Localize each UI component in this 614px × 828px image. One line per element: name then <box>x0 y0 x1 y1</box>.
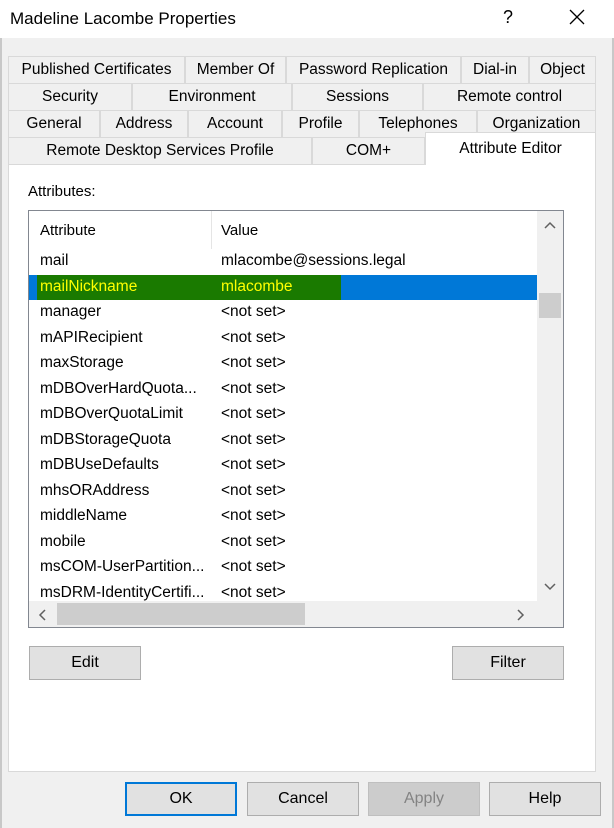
tab-remote-desktop-services-profile[interactable]: Remote Desktop Services Profile <box>8 137 312 164</box>
tab-com-plus[interactable]: COM+ <box>312 137 425 164</box>
attribute-value: <not set> <box>221 354 286 371</box>
attribute-name: mDBOverHardQuota... <box>40 379 197 397</box>
list-item[interactable]: mDBStorageQuota <not set> <box>29 428 537 454</box>
attribute-name: mAPIRecipient <box>40 328 143 346</box>
tab-published-certificates[interactable]: Published Certificates <box>8 56 185 83</box>
attribute-value: <not set> <box>221 532 286 550</box>
list-item[interactable]: maxStorage <not set> <box>29 351 537 377</box>
tab-dial-in[interactable]: Dial-in <box>461 56 529 83</box>
tab-object[interactable]: Object <box>529 56 596 83</box>
tab-profile[interactable]: Profile <box>282 110 359 137</box>
cancel-button[interactable]: Cancel <box>247 782 359 816</box>
attribute-value: <not set> <box>221 379 286 397</box>
attribute-value: <not set> <box>221 481 286 499</box>
attribute-value: mlacombe@sessions.legal <box>221 252 406 269</box>
scroll-up-icon[interactable] <box>544 221 556 229</box>
vertical-scrollbar[interactable] <box>537 211 563 601</box>
list-header: Attribute Value <box>29 211 537 249</box>
help-button[interactable]: Help <box>489 782 601 816</box>
attributes-label: Attributes: <box>28 183 96 200</box>
tab-security[interactable]: Security <box>8 83 132 110</box>
list-item[interactable]: mAPIRecipient <not set> <box>29 326 537 352</box>
attribute-value: <not set> <box>221 328 286 346</box>
horizontal-scrollbar[interactable] <box>29 601 537 627</box>
tab-attribute-editor[interactable]: Attribute Editor <box>425 132 596 165</box>
help-icon[interactable]: ? <box>496 2 520 32</box>
attribute-value: <not set> <box>221 507 286 524</box>
tab-remote-control[interactable]: Remote control <box>423 83 596 110</box>
tab-account[interactable]: Account <box>188 110 282 137</box>
list-item[interactable]: mDBOverHardQuota... <not set> <box>29 377 537 403</box>
scroll-left-icon[interactable] <box>38 609 46 621</box>
ok-button[interactable]: OK <box>125 782 237 816</box>
list-item[interactable]: middleName <not set> <box>29 504 537 530</box>
apply-button[interactable]: Apply <box>368 782 480 816</box>
attribute-name: mhsORAddress <box>40 481 150 499</box>
list-item[interactable]: mobile <not set> <box>29 530 537 556</box>
attribute-value: <not set> <box>221 583 286 601</box>
column-header-attribute[interactable]: Attribute <box>40 222 96 239</box>
column-header-value[interactable]: Value <box>221 222 258 239</box>
vertical-scroll-thumb[interactable] <box>539 293 561 318</box>
attribute-value: mlacombe <box>221 277 293 295</box>
list-item-selected[interactable]: mailNickname mlacombe <box>29 274 537 300</box>
scroll-right-icon[interactable] <box>517 609 525 621</box>
attribute-name: maxStorage <box>40 354 124 371</box>
window-border-left <box>0 38 2 828</box>
attribute-value: <not set> <box>221 430 286 448</box>
tab-general[interactable]: General <box>8 110 100 137</box>
column-separator[interactable] <box>211 211 212 249</box>
list-item[interactable]: msCOM-UserPartition... <not set> <box>29 555 537 581</box>
list-item[interactable]: manager <not set> <box>29 300 537 326</box>
edit-button[interactable]: Edit <box>29 646 141 680</box>
list-item[interactable]: mDBUseDefaults <not set> <box>29 453 537 479</box>
tab-sessions[interactable]: Sessions <box>292 83 423 110</box>
attribute-name: mDBUseDefaults <box>40 456 159 473</box>
tab-environment[interactable]: Environment <box>132 83 292 110</box>
list-item[interactable]: mDBOverQuotaLimit <not set> <box>29 402 537 428</box>
tab-member-of[interactable]: Member Of <box>185 56 286 83</box>
attribute-name: mail <box>40 252 69 269</box>
scroll-down-icon[interactable] <box>544 583 556 591</box>
attribute-name: manager <box>40 303 102 320</box>
attribute-value: <not set> <box>221 558 286 575</box>
attribute-value: <not set> <box>221 456 286 473</box>
filter-button[interactable]: Filter <box>452 646 564 680</box>
horizontal-scroll-thumb[interactable] <box>57 603 305 625</box>
attribute-name: msCOM-UserPartition... <box>40 558 205 575</box>
attribute-name: mailNickname <box>40 277 138 295</box>
tab-password-replication[interactable]: Password Replication <box>286 56 461 83</box>
scrollbar-corner <box>537 601 563 627</box>
attribute-name: mobile <box>40 532 86 550</box>
attributes-list[interactable]: Attribute Value mail mlacombe@sessions.l… <box>28 210 564 628</box>
attribute-value: <not set> <box>221 303 286 320</box>
close-icon[interactable] <box>560 2 594 32</box>
window-title: Madeline Lacombe Properties <box>10 9 236 28</box>
attribute-value: <not set> <box>221 405 286 422</box>
attribute-name: middleName <box>40 507 128 524</box>
attribute-name: mDBOverQuotaLimit <box>40 405 183 422</box>
list-item[interactable]: mail mlacombe@sessions.legal <box>29 249 537 275</box>
tab-address[interactable]: Address <box>100 110 188 137</box>
title-bar: Madeline Lacombe Properties ? <box>0 0 614 38</box>
attribute-name: mDBStorageQuota <box>40 430 171 448</box>
attribute-name: msDRM-IdentityCertifi... <box>40 583 205 601</box>
list-item[interactable]: mhsORAddress <not set> <box>29 479 537 505</box>
